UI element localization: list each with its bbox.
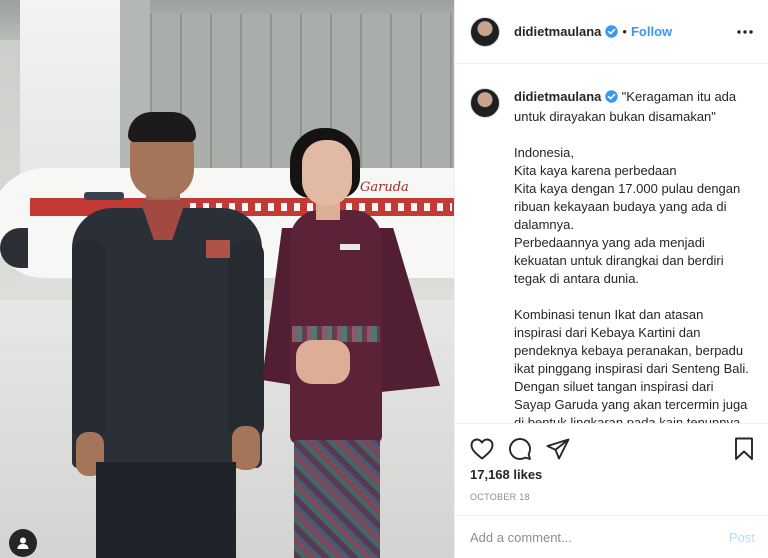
caption-username[interactable]: didietmaulana xyxy=(514,89,601,104)
user-tag-icon[interactable] xyxy=(9,529,37,557)
caption-text: "Keragaman itu ada untuk dirayakan bukan… xyxy=(514,89,749,423)
comment-icon[interactable] xyxy=(507,436,533,462)
woman-ikat-skirt xyxy=(294,440,380,558)
man-hair xyxy=(128,112,196,142)
caption-avatar[interactable] xyxy=(470,88,500,118)
post-comment-button[interactable]: Post xyxy=(729,530,755,545)
airplane-nose xyxy=(0,228,28,268)
more-options-icon[interactable] xyxy=(735,24,755,40)
airplane-logo: Garuda xyxy=(360,180,409,195)
add-comment-bar: Post xyxy=(455,515,768,558)
man-pants xyxy=(96,462,236,558)
woman-wings-pin xyxy=(340,244,360,250)
header-separator: • xyxy=(622,24,627,39)
paper-plane-icon[interactable] xyxy=(545,436,571,462)
post-sidebar: didietmaulana • Follow didietmaulana "Ke… xyxy=(454,0,768,558)
man-right-hand xyxy=(232,426,260,470)
action-bar xyxy=(455,423,768,473)
verified-badge-icon xyxy=(605,25,619,38)
verified-badge-icon xyxy=(605,90,618,108)
post-header: didietmaulana • Follow xyxy=(455,0,768,64)
header-username[interactable]: didietmaulana xyxy=(514,24,601,39)
heart-icon[interactable] xyxy=(469,436,495,462)
man-left-arm xyxy=(72,240,106,440)
woman-hands xyxy=(296,340,350,384)
post-photo[interactable]: Garuda xyxy=(0,0,454,558)
man-pocket-square xyxy=(206,240,230,258)
woman-face xyxy=(302,140,352,206)
airplane-cockpit xyxy=(84,192,124,200)
comments-area[interactable]: didietmaulana "Keragaman itu ada untuk d… xyxy=(455,64,768,423)
post-date: OCTOBER 18 xyxy=(470,492,530,502)
likes-count[interactable]: 17,168 likes xyxy=(470,467,542,482)
caption: didietmaulana "Keragaman itu ada untuk d… xyxy=(470,88,753,423)
avatar[interactable] xyxy=(470,16,500,47)
man-right-arm xyxy=(228,240,264,440)
bookmark-icon[interactable] xyxy=(731,436,757,462)
caption-body: didietmaulana "Keragaman itu ada untuk d… xyxy=(514,88,753,423)
follow-button[interactable]: Follow xyxy=(631,24,672,39)
comment-input[interactable] xyxy=(470,529,729,545)
